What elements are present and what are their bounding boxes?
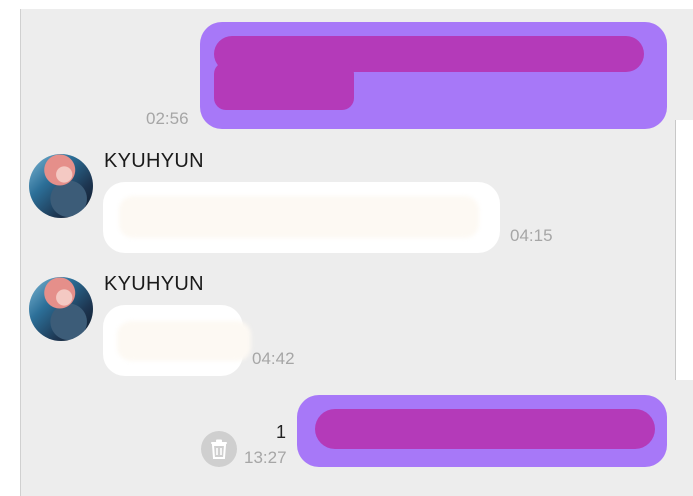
outgoing-message-bubble[interactable] xyxy=(297,395,667,467)
redaction-scribble xyxy=(214,62,354,110)
right-panel-edge xyxy=(675,120,693,380)
contact-avatar[interactable] xyxy=(29,154,93,218)
message-timestamp: 02:56 xyxy=(146,109,189,128)
left-panel-edge xyxy=(0,9,21,496)
message-timestamp: 04:15 xyxy=(510,226,553,245)
message-timestamp: 04:42 xyxy=(252,349,295,368)
redaction-scribble xyxy=(315,409,655,449)
unread-count: 1 xyxy=(276,422,287,442)
message-timestamp: 13:27 xyxy=(244,448,287,467)
delete-message-button[interactable] xyxy=(201,431,237,467)
redaction-scribble xyxy=(119,196,479,238)
incoming-message-bubble[interactable] xyxy=(103,305,251,376)
chat-screen: 02:56 KYUHYUN 04:15 KYUHYUN 04:42 1 13:2… xyxy=(0,0,693,496)
outgoing-message-bubble[interactable] xyxy=(200,22,667,129)
contact-avatar[interactable] xyxy=(29,277,93,341)
top-strip xyxy=(0,0,693,9)
redaction-scribble xyxy=(117,321,251,361)
sender-name: KYUHYUN xyxy=(104,273,204,295)
incoming-message-bubble[interactable] xyxy=(103,182,500,253)
trash-icon xyxy=(211,439,227,459)
sender-name: KYUHYUN xyxy=(104,150,204,172)
